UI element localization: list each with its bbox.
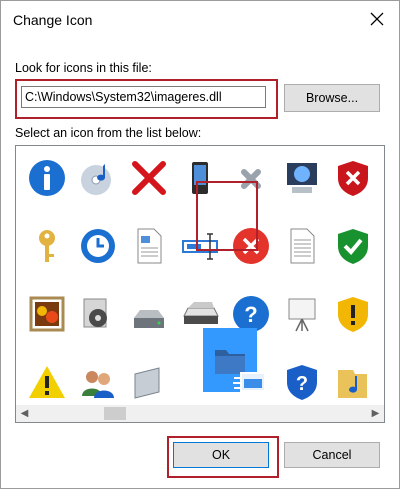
ok-button[interactable]: OK: [173, 442, 269, 468]
window-fast-icon: [233, 372, 266, 392]
scroll-thumb[interactable]: [104, 407, 126, 420]
icon-list-item[interactable]: [73, 358, 123, 406]
path-highlight: [15, 79, 278, 119]
icon-list-item[interactable]: [124, 290, 174, 338]
title-bar: Change Icon: [1, 1, 399, 37]
icon-list-item[interactable]: [328, 222, 378, 270]
shield-help-icon: ?: [287, 365, 317, 400]
icon-list-item[interactable]: [22, 222, 72, 270]
warning-icon: [29, 366, 65, 398]
close-icon: [370, 12, 384, 26]
icon-list-item[interactable]: [277, 154, 327, 202]
file-label: Look for icons in this file:: [15, 61, 152, 75]
partial-red-icon: [384, 294, 385, 334]
scroll-right-button[interactable]: ▶: [367, 405, 384, 422]
icon-list-item[interactable]: [379, 222, 385, 270]
icon-list-item[interactable]: [22, 358, 72, 406]
icon-list-item[interactable]: [124, 154, 174, 202]
icon-list-item[interactable]: [124, 358, 174, 406]
browse-button[interactable]: Browse...: [284, 84, 380, 112]
icon-list-item[interactable]: [379, 154, 385, 202]
icon-list-item[interactable]: [277, 222, 327, 270]
icon-list-item[interactable]: ?: [277, 358, 327, 406]
selected-icon-highlight: [196, 181, 258, 251]
shield-warning-icon: [338, 297, 368, 332]
change-icon-dialog: Change Icon Look for icons in this file:…: [0, 0, 400, 489]
media-library-icon: [83, 298, 107, 328]
icon-list-item[interactable]: [277, 290, 327, 338]
users-icon: [82, 371, 114, 398]
icon-list-item[interactable]: [328, 154, 378, 202]
file-path-input[interactable]: [21, 86, 266, 108]
shield-check-icon: [338, 229, 368, 264]
icon-list-item[interactable]: [328, 290, 378, 338]
shield-error-icon: [338, 161, 368, 196]
icon-list-item[interactable]: [124, 222, 174, 270]
partial-blue-icon: [384, 226, 385, 266]
scroll-left-button[interactable]: ◀: [16, 405, 33, 422]
panel-icon: [134, 367, 160, 399]
icon-list-item[interactable]: [226, 358, 276, 406]
icon-list-item[interactable]: [328, 358, 378, 406]
music-folder-icon: [338, 370, 367, 398]
svg-text:?: ?: [296, 373, 308, 395]
list-label: Select an icon from the list below:: [15, 126, 202, 140]
icon-list-item[interactable]: [22, 290, 72, 338]
horizontal-scrollbar[interactable]: ◀ ▶: [16, 405, 384, 422]
speaker-partial-icon: [384, 158, 385, 198]
icon-list-item[interactable]: [379, 290, 385, 338]
close-button[interactable]: [355, 1, 399, 37]
drive-icon: [134, 310, 164, 328]
info-icon: [29, 160, 65, 196]
red-x-icon: [132, 161, 166, 195]
icon-list-item[interactable]: [73, 154, 123, 202]
key-icon: [39, 230, 55, 262]
photo-flowers-icon: [29, 296, 65, 332]
projector-screen-icon: [288, 298, 316, 332]
partial-yellow-icon: [384, 362, 385, 402]
text-document-icon: [290, 228, 315, 264]
icon-list-item[interactable]: [73, 222, 123, 270]
cancel-button[interactable]: Cancel: [284, 442, 380, 468]
window-title: Change Icon: [13, 12, 93, 28]
monitor-globe-icon: [287, 163, 317, 193]
icon-list-item[interactable]: [73, 290, 123, 338]
icon-list-item[interactable]: [22, 154, 72, 202]
cd-music-icon: [81, 164, 111, 195]
svg-text:?: ?: [244, 302, 257, 327]
document-image-icon: [137, 228, 162, 264]
clock-network-icon: [81, 229, 115, 263]
icon-list-item[interactable]: [379, 358, 385, 406]
